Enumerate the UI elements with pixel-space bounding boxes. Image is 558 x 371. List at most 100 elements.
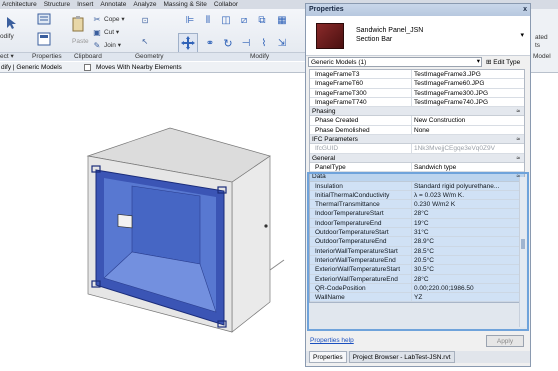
param-value[interactable]: Standard rigid polyurethane... [412,182,524,190]
param-value[interactable]: None [412,126,524,134]
chevron-down-icon[interactable]: ▾ [520,31,524,39]
panel-label-select[interactable]: ect ▾ [0,53,14,61]
split-button[interactable]: ⌇ [256,35,272,51]
moves-with-nearby-checkbox[interactable] [84,64,91,71]
group-header-data[interactable]: Data≈ [310,172,524,182]
table-row[interactable]: InitialThermalConductivity λ = 0.023 W/m … [310,190,524,201]
tab-structure[interactable]: Structure [44,0,70,9]
group-label: Phasing [312,108,336,116]
trim-button[interactable]: ⊣ [238,35,254,51]
param-name: InteriorWallTemperatureStart [310,246,412,255]
cut-button[interactable]: Cut ▾ [104,28,119,36]
properties-title-bar[interactable]: Properties x [306,4,530,16]
param-value[interactable]: λ = 0.023 W/m K. [412,191,524,199]
paste-button[interactable] [71,15,85,33]
tab-massing-site[interactable]: Massing & Site [163,0,206,9]
param-value[interactable]: 31°C [412,228,524,236]
type-selector[interactable]: Sandwich Panel_JSN Section Bar ▾ [306,16,530,56]
array-button[interactable]: ▦ [274,13,290,27]
geom-tool-2[interactable]: ↖ [138,35,152,47]
param-value[interactable]: YZ [412,293,524,301]
table-row[interactable]: ExteriorWallTemperatureStart 30.5°C [310,265,524,275]
ribbon-fragment-2: ts [535,42,541,49]
type-properties-button[interactable] [36,12,52,26]
tab-insert[interactable]: Insert [77,0,93,9]
table-row[interactable]: IndoorTemperatureStart 28°C [310,209,524,219]
instance-filter-dropdown[interactable]: Generic Models (1) ▾ [308,56,482,67]
table-row[interactable]: ThermalTransmittance 0.230 W/m2 K [310,200,524,210]
param-value[interactable]: New Construction [412,116,524,124]
tab-architecture[interactable]: Architecture [2,0,37,9]
scrollbar-thumb[interactable] [521,239,525,249]
move-button[interactable] [178,33,198,53]
paste-label: Paste [72,38,89,45]
table-row[interactable]: Insulation Standard rigid polyurethane... [310,181,524,191]
close-icon[interactable]: x [523,4,527,16]
align-button[interactable]: ⊫ [182,13,198,27]
param-value[interactable]: 28°C [412,209,524,217]
param-value[interactable]: 0.00;220.00;1986.50 [412,284,524,292]
param-value[interactable]: 28°C [412,275,524,283]
table-row[interactable]: OutdoorTemperatureEnd 28.9°C [310,237,524,247]
param-value[interactable]: TestImageFrame60.JPG [412,79,524,87]
cope-button[interactable]: Cope ▾ [104,15,125,23]
table-row[interactable]: QR-CodePosition 0.00;220.00;1986.50 [310,283,524,294]
properties-scrollbar[interactable] [519,177,526,327]
table-row[interactable]: ImageFrameT300 TestImageFrame300.JPG [310,88,524,98]
geom-tool-1[interactable]: ⊡ [138,14,152,26]
copy-button[interactable]: ✂ [92,14,102,24]
group-header-general[interactable]: General ≈ [310,153,524,163]
copy-modify-button[interactable]: ⧉ [254,13,270,27]
param-value[interactable]: 20.5°C [412,256,524,264]
brush-button[interactable]: ✎ [92,40,102,50]
collapse-icon[interactable]: ≈ [516,107,520,116]
table-row[interactable]: InteriorWallTemperatureStart 28.5°C [310,246,524,256]
properties-help-link[interactable]: Properties help [310,337,354,344]
param-value[interactable]: Sandwich type [412,163,524,171]
3d-viewport[interactable] [0,74,305,369]
offset-button[interactable]: ⫴ [200,13,216,27]
param-value[interactable]: 0.230 W/m2 K [412,200,524,208]
tab-analyze[interactable]: Analyze [133,0,156,9]
properties-button[interactable] [36,31,52,47]
table-row[interactable]: WallName YZ [310,293,524,303]
scale-button[interactable]: ⇲ [274,35,290,51]
rotate-button[interactable]: ↻ [220,35,236,51]
join-button[interactable]: Join ▾ [104,41,121,49]
modify-button[interactable] [2,13,20,33]
param-value[interactable]: 28.5°C [412,247,524,255]
table-row[interactable]: ImageFrameT740 TestImageFrame740.JPG [310,97,524,108]
apply-button[interactable]: Apply [486,335,524,347]
table-row[interactable]: ImageFrameT60 TestImageFrame60.JPG [310,79,524,89]
tab-properties[interactable]: Properties [309,351,347,363]
group-header-ifc[interactable]: IFC Parameters ≈ [310,135,524,145]
table-row[interactable]: PanelType Sandwich type [310,162,524,173]
mirror-button[interactable]: ◫ [218,13,234,27]
table-row[interactable]: OutdoorTemperatureStart 31°C [310,228,524,238]
param-value[interactable]: 19°C [412,219,524,227]
table-row[interactable]: Phase Created New Construction [310,116,524,126]
param-value[interactable]: 28.9°C [412,237,524,245]
copy-move-button[interactable]: ⚭ [202,35,218,51]
param-value[interactable]: TestImageFrame3.JPG [412,70,524,78]
group-header-phasing[interactable]: Phasing ≈ [310,107,524,117]
mirror-draw-button[interactable]: ⧄ [236,13,252,27]
collapse-icon[interactable]: ≈ [516,135,520,144]
tab-annotate[interactable]: Annotate [100,0,126,9]
collapse-icon[interactable]: ≈ [516,154,520,163]
tab-project-browser[interactable]: Project Browser - LabTest-JSN.rvt [348,351,455,363]
match-button[interactable]: ▣ [92,27,102,37]
ribbon-fragment-3: Model [533,53,551,60]
tab-collaborate[interactable]: Collabor [214,0,238,9]
table-row[interactable]: IndoorTemperatureEnd 19°C [310,218,524,229]
table-row[interactable]: InteriorWallTemperatureEnd 20.5°C [310,255,524,266]
table-row[interactable]: Phase Demolished None [310,125,524,136]
table-row[interactable]: ExteriorWallTemperatureEnd 28°C [310,274,524,284]
table-row[interactable]: IfcGUID 1Nk3MvejjCEgqe3eVq0Z9V [310,144,524,154]
param-value[interactable]: TestImageFrame300.JPG [412,89,524,97]
table-row[interactable]: ImageFrameT3 TestImageFrame3.JPG [310,70,524,80]
wall-join-icon: ⊡ [141,15,149,25]
param-value[interactable]: 30.5°C [412,265,524,273]
param-value[interactable]: TestImageFrame740.JPG [412,98,524,106]
edit-type-button[interactable]: ⊞ Edit Type [486,58,520,66]
